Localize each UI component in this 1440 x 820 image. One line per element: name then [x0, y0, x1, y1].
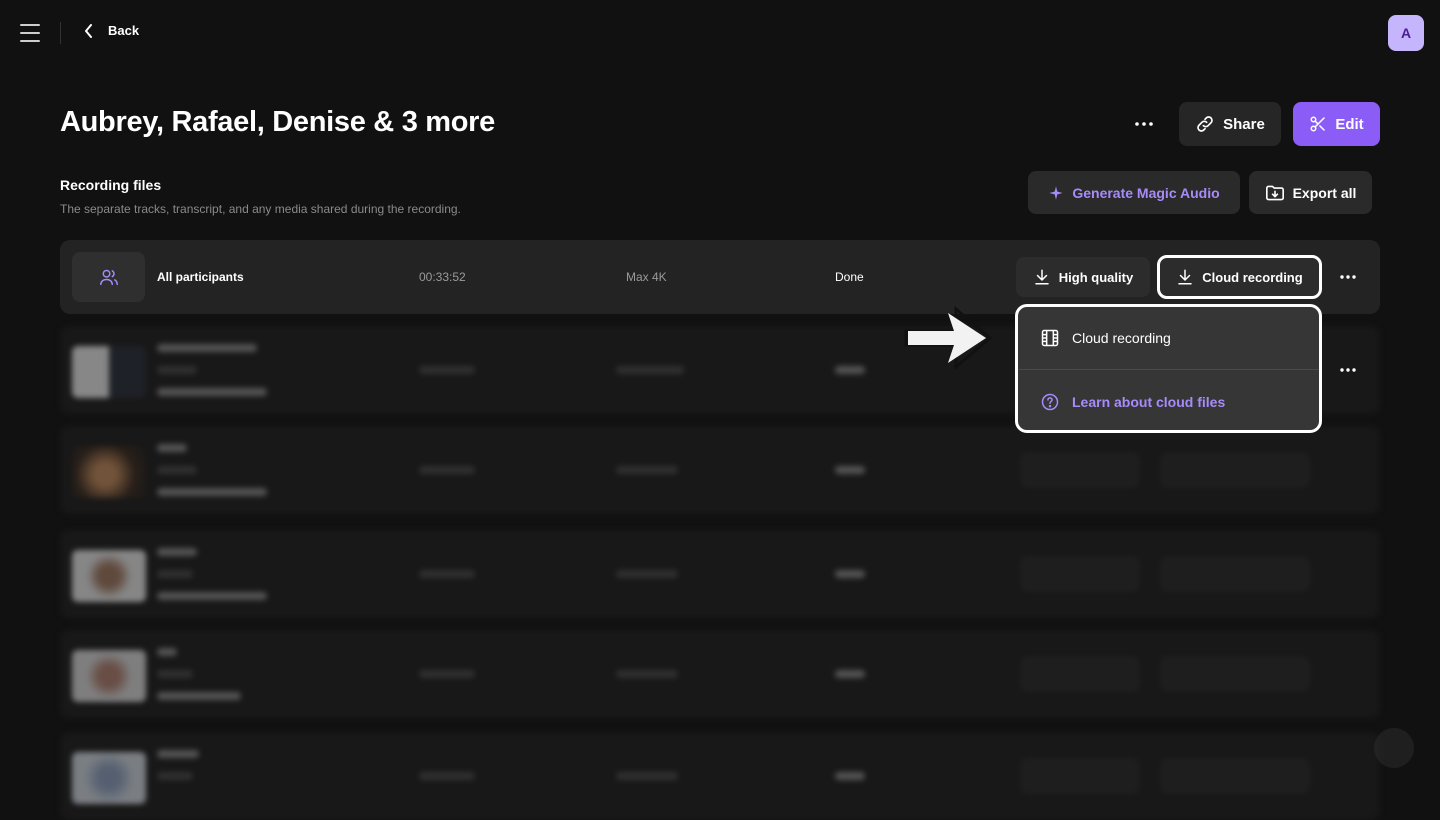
- track-thumbnail: [72, 446, 146, 498]
- top-bar: Back A: [0, 0, 1440, 66]
- high-quality-label: High quality: [1058, 269, 1134, 285]
- download-icon: [1178, 269, 1193, 285]
- high-quality-download-button[interactable]: High quality: [1016, 257, 1150, 297]
- participants-thumb: [72, 252, 145, 302]
- back-button[interactable]: Back: [84, 23, 139, 38]
- arrow-right-icon: [904, 306, 993, 370]
- cloud-recording-dropdown: Cloud recording Learn about cloud files: [1015, 304, 1322, 433]
- status: Done: [835, 270, 864, 284]
- help-circle-icon: [1041, 393, 1059, 410]
- edit-button[interactable]: Edit: [1293, 102, 1380, 146]
- ellipsis-icon: [1135, 122, 1153, 126]
- folder-download-icon: [1265, 185, 1284, 200]
- menu-item-learn-cloud-files[interactable]: Learn about cloud files: [1018, 370, 1319, 430]
- table-row: [60, 732, 1380, 820]
- row-more-button[interactable]: [1334, 360, 1362, 380]
- section-title: Recording files: [60, 177, 162, 193]
- help-button[interactable]: [1374, 728, 1414, 768]
- row-more-button[interactable]: [1334, 267, 1362, 287]
- share-button[interactable]: Share: [1179, 102, 1281, 146]
- more-options-button[interactable]: [1122, 108, 1166, 140]
- export-all-button[interactable]: Export all: [1249, 171, 1372, 214]
- menu-icon[interactable]: [20, 24, 40, 42]
- export-all-label: Export all: [1292, 184, 1357, 201]
- table-row: [60, 630, 1380, 718]
- edit-label: Edit: [1335, 115, 1364, 133]
- menu-item-cloud-recording[interactable]: Cloud recording: [1018, 307, 1319, 369]
- cloud-recording-button[interactable]: Cloud recording: [1157, 255, 1322, 299]
- download-icon: [1035, 269, 1049, 285]
- ellipsis-icon: [1340, 368, 1356, 372]
- avatar[interactable]: A: [1388, 15, 1424, 51]
- table-row: [60, 426, 1380, 514]
- track-thumbnail: [72, 550, 146, 602]
- page-title: Aubrey, Rafael, Denise & 3 more: [60, 106, 495, 138]
- resolution: Max 4K: [626, 270, 667, 284]
- divider: [60, 22, 61, 44]
- recording-row-all-participants: All participants 00:33:52 Max 4K Done Hi…: [60, 240, 1380, 314]
- menu-item-label: Learn about cloud files: [1072, 393, 1226, 410]
- film-icon: [1041, 329, 1059, 347]
- back-label: Back: [108, 23, 140, 38]
- scissors-icon: [1310, 116, 1326, 132]
- users-icon: [99, 269, 118, 286]
- cloud-recording-label: Cloud recording: [1202, 269, 1303, 285]
- track-thumbnail: [72, 346, 146, 398]
- duration: 00:33:52: [419, 270, 466, 284]
- magic-audio-label: Generate Magic Audio: [1072, 184, 1220, 201]
- track-thumbnail: [72, 650, 146, 702]
- track-thumbnail: [72, 752, 146, 804]
- link-icon: [1197, 116, 1213, 132]
- participant-name: All participants: [157, 270, 244, 284]
- generate-magic-audio-button[interactable]: Generate Magic Audio: [1028, 171, 1240, 214]
- sparkle-icon: [1049, 185, 1064, 200]
- share-label: Share: [1223, 115, 1265, 133]
- section-subtitle: The separate tracks, transcript, and any…: [60, 202, 461, 216]
- menu-item-label: Cloud recording: [1072, 330, 1171, 346]
- ellipsis-icon: [1340, 275, 1356, 279]
- table-row: [60, 530, 1380, 618]
- chevron-left-icon: [85, 23, 92, 38]
